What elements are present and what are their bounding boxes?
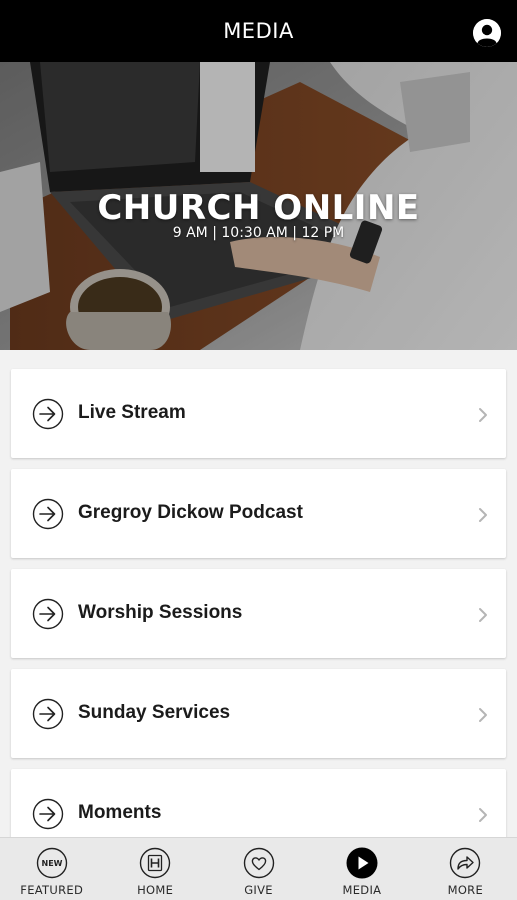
- list-item-label: Moments: [78, 802, 162, 823]
- arrow-circle-icon: [32, 498, 64, 530]
- chevron-right-icon: [479, 508, 487, 522]
- media-list: Live Stream Gregroy Dickow Podcast Worsh…: [0, 350, 517, 837]
- chevron-right-icon: [479, 808, 487, 822]
- list-item-worship-sessions[interactable]: Worship Sessions: [11, 569, 506, 658]
- chevron-right-icon: [479, 608, 487, 622]
- list-item-podcast[interactable]: Gregroy Dickow Podcast: [11, 469, 506, 558]
- share-arrow-icon: [450, 847, 481, 879]
- tab-media[interactable]: MEDIA: [310, 838, 413, 900]
- home-h-icon: [139, 847, 171, 879]
- featured-badge-text: NEW: [41, 859, 62, 868]
- heart-icon: [243, 847, 274, 879]
- tab-give[interactable]: GIVE: [207, 838, 310, 900]
- arrow-circle-icon: [32, 598, 64, 630]
- tab-label: GIVE: [244, 883, 273, 897]
- arrow-circle-icon: [32, 398, 64, 430]
- list-item-live-stream[interactable]: Live Stream: [11, 369, 506, 458]
- tab-label: MEDIA: [342, 883, 382, 897]
- tab-label: MORE: [447, 883, 484, 897]
- new-badge-icon: NEW: [36, 847, 67, 879]
- arrow-circle-icon: [32, 798, 64, 830]
- page-title: MEDIA: [223, 19, 294, 43]
- app-header: MEDIA: [0, 0, 517, 62]
- bottom-tab-bar: NEW FEATURED HOME GIVE MEDIA MORE: [0, 837, 517, 900]
- tab-featured[interactable]: NEW FEATURED: [0, 838, 103, 900]
- list-item-sunday-services[interactable]: Sunday Services: [11, 669, 506, 758]
- tab-label: FEATURED: [20, 883, 84, 897]
- profile-button[interactable]: [473, 19, 501, 47]
- tab-more[interactable]: MORE: [414, 838, 517, 900]
- chevron-right-icon: [479, 408, 487, 422]
- tab-label: HOME: [137, 883, 174, 897]
- chevron-right-icon: [479, 708, 487, 722]
- user-icon: [473, 19, 501, 47]
- list-item-label: Sunday Services: [78, 702, 231, 723]
- tab-home[interactable]: HOME: [103, 838, 206, 900]
- hero-banner[interactable]: CHURCH ONLINE 9 AM | 10:30 AM | 12 PM: [0, 62, 517, 350]
- list-item-moments[interactable]: Moments: [11, 769, 506, 837]
- hero-service-times: 9 AM | 10:30 AM | 12 PM: [172, 225, 345, 241]
- hero-title: CHURCH ONLINE: [97, 188, 420, 228]
- list-item-label: Live Stream: [78, 402, 186, 423]
- list-item-label: Worship Sessions: [78, 602, 243, 623]
- list-item-label: Gregroy Dickow Podcast: [78, 502, 303, 523]
- arrow-circle-icon: [32, 698, 64, 730]
- play-icon: [346, 847, 378, 879]
